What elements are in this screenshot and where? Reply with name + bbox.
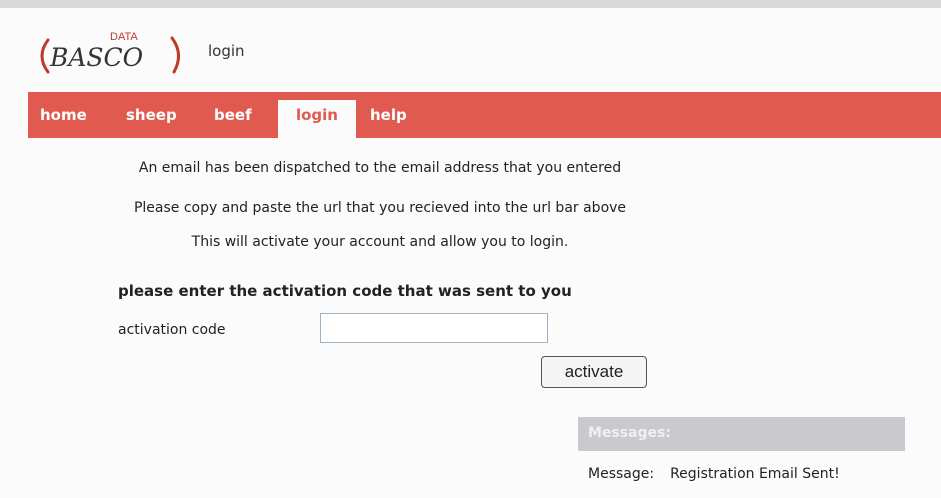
page-title: login: [208, 42, 245, 60]
nav-login[interactable]: login: [278, 100, 356, 138]
message-line: Message: Registration Email Sent!: [588, 466, 840, 482]
nav-beef[interactable]: beef: [214, 100, 252, 138]
nav-home[interactable]: home: [40, 100, 87, 138]
message-text: Registration Email Sent!: [670, 466, 840, 482]
logo-super-text: DATA: [110, 31, 138, 43]
nav-sheep[interactable]: sheep: [126, 100, 177, 138]
messages-title: Messages:: [588, 425, 671, 441]
nav-help[interactable]: help: [370, 100, 407, 138]
message-label: Message:: [588, 466, 655, 482]
top-border: [0, 0, 941, 8]
activate-button[interactable]: activate: [541, 356, 647, 388]
main-nav: home sheep beef login help: [28, 92, 941, 138]
activation-code-input[interactable]: [320, 313, 548, 343]
info-line-copy-url: Please copy and paste the url that you r…: [133, 200, 627, 216]
messages-header: Messages:: [578, 417, 905, 451]
activation-heading: please enter the activation code that wa…: [118, 282, 572, 300]
info-line-email-sent: An email has been dispatched to the emai…: [138, 160, 622, 176]
activation-code-label: activation code: [118, 322, 226, 338]
logo-main-text: BASCO: [49, 43, 143, 72]
info-line-activate: This will activate your account and allo…: [191, 234, 569, 250]
basco-data-logo: BASCO DATA: [34, 26, 194, 78]
